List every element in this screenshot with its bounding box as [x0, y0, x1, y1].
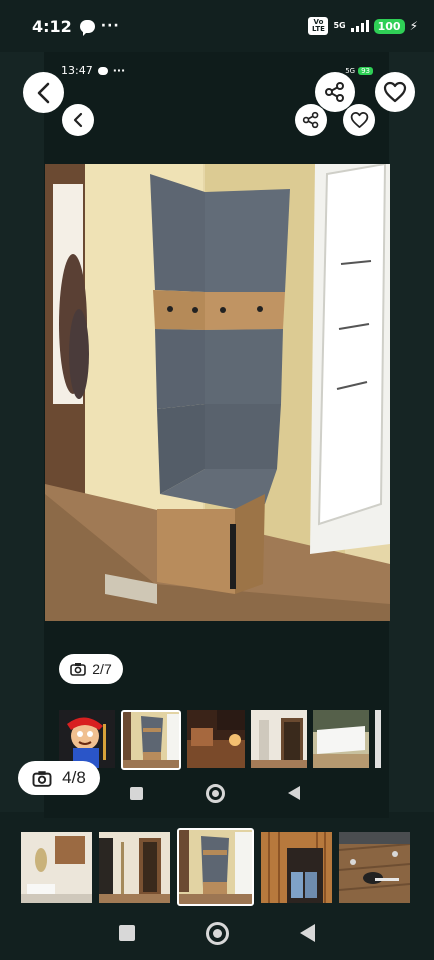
- inner-counter-text: 2/7: [92, 661, 112, 677]
- heart-icon: [383, 81, 407, 103]
- inner-thumbnail[interactable]: [187, 710, 245, 768]
- circle-icon[interactable]: [206, 783, 225, 803]
- status-time: 4:12: [32, 16, 72, 36]
- thumbnail[interactable]: [21, 831, 92, 903]
- inner-network-type: 5G: [345, 66, 356, 75]
- triangle-back-icon[interactable]: [288, 786, 300, 800]
- inner-status-time: 13:47: [61, 64, 93, 77]
- more-notifications-icon: ···: [100, 18, 120, 34]
- inner-thumbnail[interactable]: [251, 710, 307, 768]
- thumbnail[interactable]: [99, 831, 170, 903]
- inner-back-button[interactable]: [62, 104, 94, 136]
- inner-thumbnail-strip[interactable]: [59, 710, 381, 770]
- inner-share-button[interactable]: [295, 104, 327, 136]
- camera-icon: [70, 663, 87, 676]
- inner-thumbnail[interactable]: [313, 710, 369, 768]
- square-icon[interactable]: [130, 786, 143, 800]
- main-photo[interactable]: [45, 164, 390, 621]
- inner-photo-counter: 2/7: [59, 654, 123, 684]
- signal-icon: [350, 20, 369, 32]
- charging-icon: ⚡: [409, 19, 418, 33]
- chevron-left-icon: [37, 82, 49, 103]
- status-right: Vo LTE 5G 100 ⚡: [308, 17, 418, 35]
- inner-thumbnail-selected[interactable]: [121, 710, 181, 770]
- triangle-back-icon[interactable]: [300, 924, 315, 942]
- inner-battery-level: 93: [358, 66, 373, 75]
- share-icon: [302, 111, 319, 129]
- inner-status-right: 5G 93: [345, 66, 373, 75]
- thumbnail-selected[interactable]: [177, 828, 254, 906]
- inner-thumbnail[interactable]: [375, 710, 381, 768]
- photo-counter: 4/8: [18, 761, 100, 795]
- message-notification-icon: [79, 19, 95, 36]
- inner-navigation-bar: [130, 780, 300, 806]
- inner-favorite-button[interactable]: [343, 104, 375, 136]
- circle-icon[interactable]: [206, 921, 229, 945]
- heart-icon: [350, 112, 368, 128]
- battery-level: 100: [373, 18, 405, 34]
- inner-more-icon: ···: [112, 64, 126, 77]
- thumbnail-strip[interactable]: [21, 828, 410, 906]
- thumbnail[interactable]: [339, 831, 410, 903]
- chevron-left-icon: [73, 112, 83, 128]
- back-button[interactable]: [23, 72, 64, 113]
- inner-thumbnail[interactable]: [59, 710, 115, 768]
- favorite-button[interactable]: [375, 72, 415, 112]
- thumbnail[interactable]: [261, 831, 332, 903]
- square-icon[interactable]: [119, 925, 135, 941]
- status-bar: 4:12 ··· Vo LTE 5G 100 ⚡: [0, 0, 434, 52]
- network-type: 5G: [333, 21, 346, 30]
- share-icon: [325, 82, 344, 102]
- navigation-bar: [118, 918, 318, 948]
- inner-message-icon: [97, 66, 108, 75]
- volte-icon: Vo LTE: [308, 17, 329, 35]
- screen: 4:12 ··· Vo LTE 5G 100 ⚡ 13:47 ··· 5G 93: [0, 0, 434, 960]
- camera-icon: [32, 770, 52, 787]
- photo-counter-text: 4/8: [62, 768, 86, 787]
